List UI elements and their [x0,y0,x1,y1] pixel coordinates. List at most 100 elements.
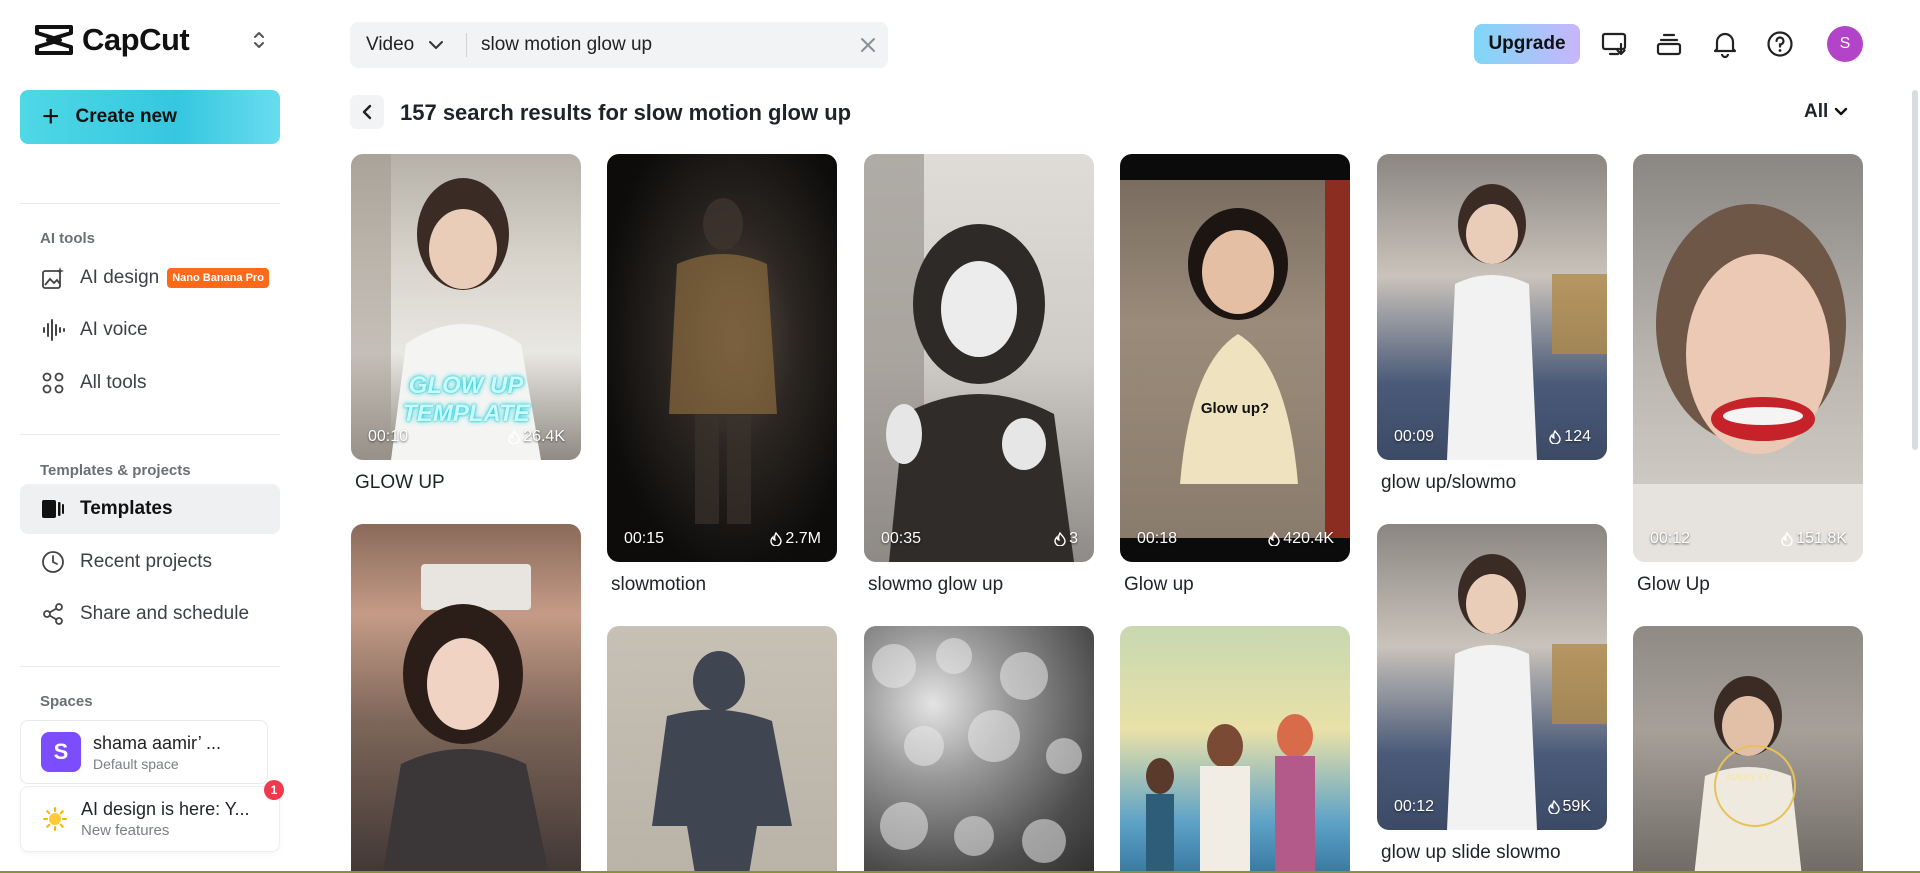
blurred-person-illustration [669,198,777,524]
create-new-button[interactable]: + Create new [20,90,280,144]
template-card[interactable]: AWAYYY [1633,626,1863,873]
template-card[interactable]: 00:35 3 slowmo glow up [864,154,1094,596]
views-count: 26.4K [508,428,565,446]
help-circle-icon [1767,31,1793,57]
sidebar-item-label: Recent projects [80,551,213,572]
duration-label: 00:09 [1394,428,1435,445]
vertical-scrollbar[interactable] [1912,90,1918,450]
sidebar-item-share-schedule[interactable]: Share and schedule [20,589,280,639]
sidebar-item-all-tools[interactable]: All tools [20,358,280,408]
desktop-download-button[interactable] [1600,29,1630,59]
template-title: Glow Up [1637,574,1710,595]
feature-title: AI design is here: Y... [81,799,250,819]
new-features-card[interactable]: AI design is here: Y... New features [20,786,280,852]
template-title: slowmotion [611,574,707,595]
woman-photo-illustration [382,564,549,873]
duration-label: 00:35 [881,530,922,547]
sidebar-item-templates[interactable]: Templates [20,484,280,534]
shadow-silhouette-illustration [652,651,792,873]
space-info: shama aamir’ ... Default space [93,733,221,772]
template-card[interactable]: Glow up? 00:18 420.4K Glow up [1120,154,1350,596]
views-value: 124 [1564,428,1591,445]
close-icon [861,38,875,52]
template-card[interactable] [864,626,1094,873]
views-value: 420.4K [1283,530,1334,547]
feature-count-badge: 1 [264,780,284,800]
divider [20,434,280,435]
views-count: 3 [1054,530,1078,548]
template-card[interactable] [351,524,581,873]
views-value: 151.8K [1796,530,1847,547]
template-card[interactable] [1120,626,1350,873]
template-card[interactable]: 00:09 124 glow up/slowmo [1377,154,1607,494]
clear-search-button[interactable] [848,37,888,53]
search-bar: Video slow motion glow up [350,22,888,68]
thumbnail-overlay-text: Glow up? [1200,400,1270,417]
ai-tools-title: AI tools [40,230,95,247]
app-name: CapCut [82,22,190,57]
templates-projects-title: Templates & projects [40,462,191,479]
bell-icon [1713,32,1737,58]
duration-label: 00:18 [1137,530,1178,547]
search-type-dropdown[interactable]: Video [350,34,466,56]
search-input[interactable]: slow motion glow up [467,34,848,56]
views-count: 59K [1547,798,1591,816]
template-title: glow up/slowmo [1381,472,1517,493]
template-title: GLOW UP [355,472,445,493]
space-name: shama aamir’ ... [93,732,222,753]
flame-icon [1549,430,1561,444]
template-thumbnail: 00:35 3 [864,154,1094,562]
child-gold-overlay-illustration [1694,676,1802,873]
template-thumbnail: 00:12 151.8K [1633,154,1863,562]
views-count: 124 [1549,428,1591,446]
template-card[interactable] [607,626,837,873]
storage-button[interactable] [1654,29,1684,59]
grid-dots-icon [40,370,66,396]
template-card[interactable]: 00:12 59K glow up slide slowmo [1377,524,1607,864]
flame-icon [1547,800,1560,814]
back-button[interactable] [350,95,384,129]
plus-icon: + [42,100,60,133]
flame-icon [508,430,520,444]
image-sparkle-icon [40,265,66,291]
child-couch-illustration [1447,184,1607,460]
capcut-logo[interactable]: CapCut [34,22,190,58]
sidebar-item-ai-design[interactable]: AI design Nano Banana Pro [20,253,280,303]
clock-icon [40,549,66,575]
template-thumbnail [864,626,1094,873]
bokeh-lights-illustration [872,638,1082,863]
desktop-download-icon [1601,32,1627,56]
space-subtitle: Default space [93,755,179,772]
filter-dropdown[interactable]: All [1804,101,1848,123]
sun-bulb-icon [43,807,67,831]
sidebar-item-label: Share and schedule [80,603,250,624]
user-avatar[interactable]: S [1827,26,1863,62]
thumbnail-overlay-text: AWAYYY [1724,772,1772,784]
chevron-up-down-icon[interactable] [250,28,268,52]
flame-icon [770,532,783,546]
views-value: 26.4K [523,428,565,445]
template-title: Glow up [1124,574,1194,595]
help-button[interactable] [1765,29,1795,59]
notifications-button[interactable] [1710,29,1740,59]
template-title: glow up slide slowmo [1381,842,1561,863]
template-thumbnail [607,626,837,873]
template-thumbnail: AWAYYY [1633,626,1863,873]
sidebar-item-recent-projects[interactable]: Recent projects [20,537,280,587]
template-card[interactable]: 00:15 2.7M slowmotion [607,154,837,596]
capcut-app: CapCut + Create new AI tools AI design N… [0,0,1920,873]
share-icon [40,601,66,627]
divider [20,203,280,204]
template-thumbnail: GLOW UP TEMPLATE 00:10 26.4K [351,154,581,460]
sidebar-item-ai-voice[interactable]: AI voice [20,305,280,355]
chevron-left-icon [362,104,372,120]
upgrade-button[interactable]: Upgrade [1474,24,1580,64]
views-value: 3 [1069,530,1078,547]
sidebar-item-label: AI voice [80,319,148,340]
thumbnail-overlay-text: GLOW UP TEMPLATE [402,372,530,427]
warped-face-illustration [1633,204,1863,562]
space-selector[interactable]: S shama aamir’ ... Default space [20,720,268,784]
template-card[interactable]: 00:12 151.8K Glow Up [1633,154,1863,596]
template-card[interactable]: GLOW UP TEMPLATE 00:10 26.4K GLOW UP [351,154,581,494]
views-count: 2.7M [770,530,821,548]
